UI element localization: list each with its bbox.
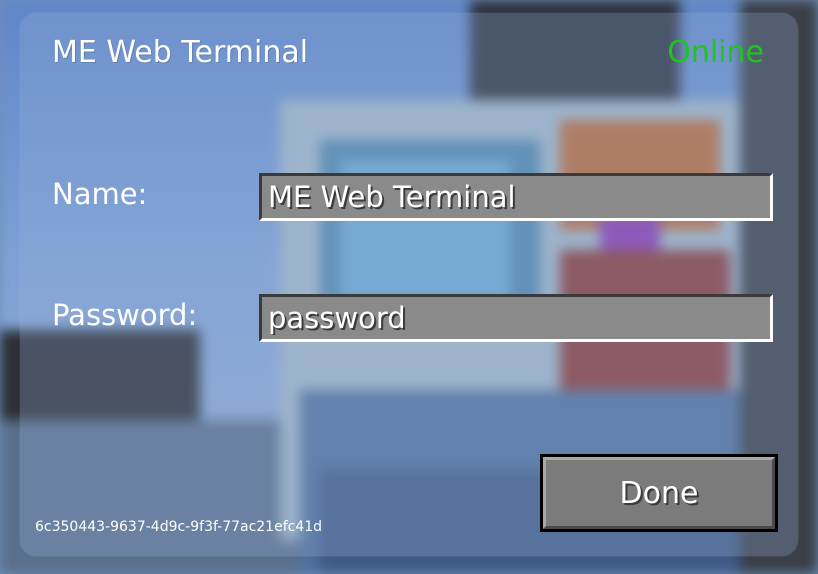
done-button[interactable]: Done: [543, 457, 775, 529]
name-input[interactable]: [262, 176, 770, 218]
terminal-config-dialog: ME Web Terminal Online Name: Password: D…: [20, 13, 798, 556]
game-scene: ME Web Terminal Online Name: Password: D…: [0, 0, 818, 574]
done-button-frame: Done: [540, 454, 778, 532]
status-indicator: Online: [667, 35, 764, 70]
password-input[interactable]: [262, 297, 770, 339]
name-field-frame: [259, 173, 773, 221]
dialog-title: ME Web Terminal: [52, 35, 309, 70]
name-label: Name:: [52, 177, 148, 211]
password-field-frame: [259, 294, 773, 342]
password-label: Password:: [52, 298, 198, 332]
terminal-uuid: 6c350443-9637-4d9c-9f3f-77ac21efc41d: [35, 519, 323, 535]
